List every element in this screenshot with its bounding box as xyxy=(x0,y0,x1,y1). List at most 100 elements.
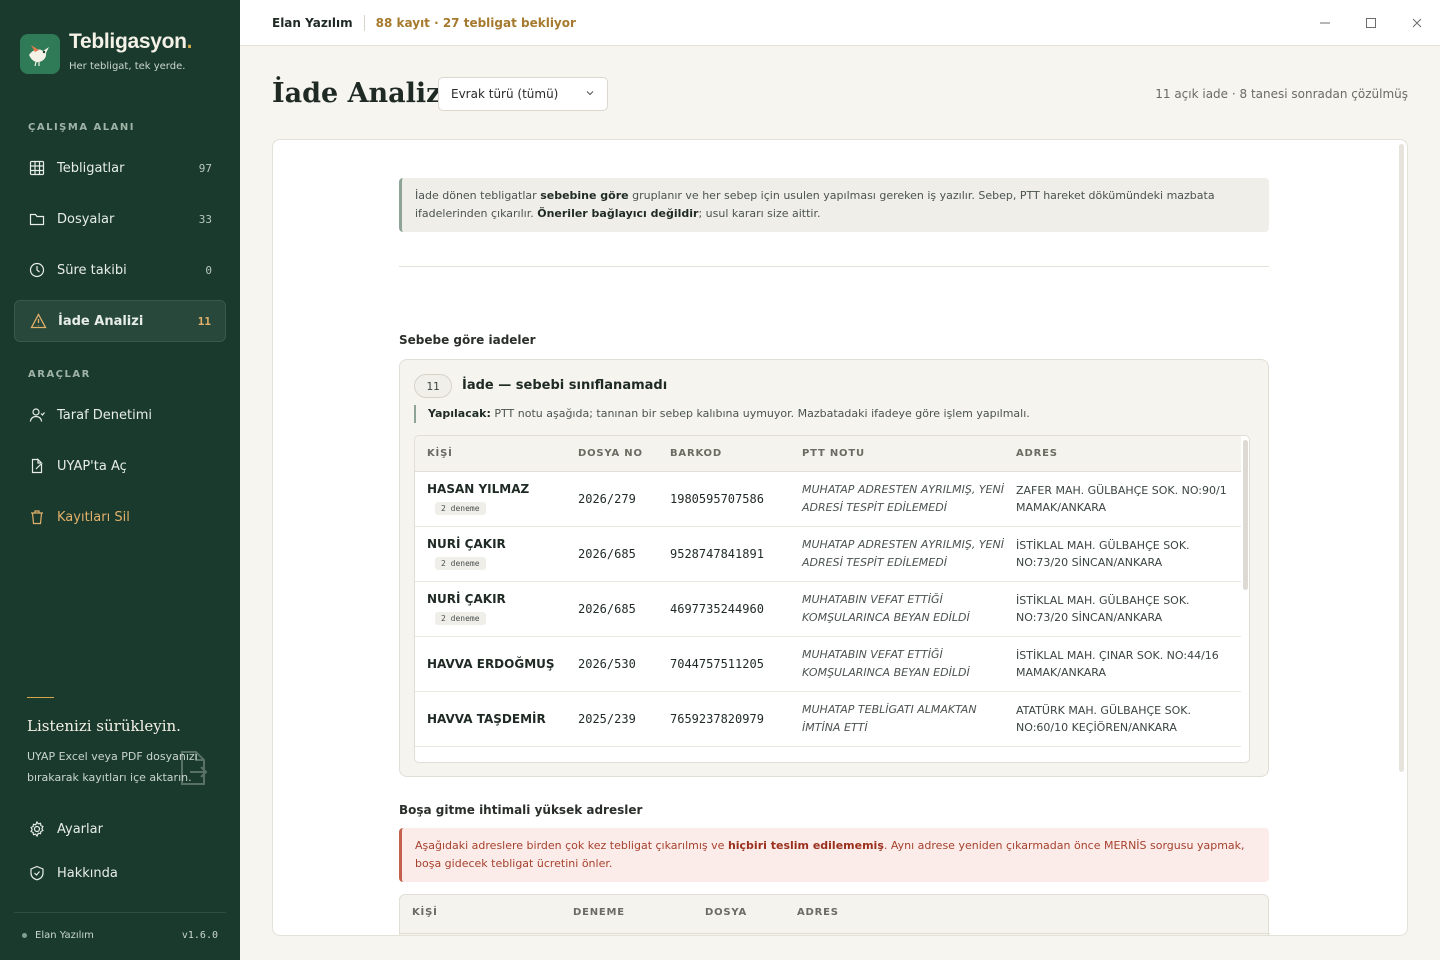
cell-address: İSTİKLAL MAH. GÜLBAHÇE SOK. NO:73/20 SİN… xyxy=(1004,526,1241,582)
app-version: v1.6.0 xyxy=(181,930,218,941)
sidebar-item-label: Hakkında xyxy=(57,865,118,881)
tries-badge: 2 deneme xyxy=(435,557,486,570)
maximize-button[interactable] xyxy=(1360,12,1382,34)
cell-person: NURİ ÇAKIR xyxy=(427,592,506,606)
cell-file: 2026/530 xyxy=(566,636,658,692)
sidebar-item-label: Süre takibi xyxy=(57,262,127,278)
file-import-icon xyxy=(178,750,210,790)
cell-address: İSTİKLAL MAH. ÇINAR SOK. NO:44/16 MAMAK/… xyxy=(1004,636,1241,692)
reason-group: 11 İade — sebebi sınıflanamadı Yapılacak… xyxy=(399,359,1269,777)
table-row[interactable]: NURİ ÇAKIR 2 deneme 2026/685 952874784189… xyxy=(415,526,1241,582)
sidebar-item-uyapta-ac[interactable]: UYAP'ta Aç xyxy=(14,445,226,487)
sidebar-item-dosyalar[interactable]: Dosyalar 33 xyxy=(14,198,226,240)
column-header-file: DOSYA NO xyxy=(566,436,658,472)
sidebar-item-sure-takibi[interactable]: Süre takibi 0 xyxy=(14,249,226,291)
cell-ptt-note: MUHATAP ADRESTEN AYRILMIŞ, YENİ ADRESİ T… xyxy=(790,471,1004,527)
cell-file: 2026/685 xyxy=(566,581,658,637)
bird-logo-icon xyxy=(20,34,60,74)
external-link-icon xyxy=(28,457,46,475)
cell-ptt-note: MUHATAP ADRESTEN AYRILMIŞ, YENİ ADRESİ T… xyxy=(790,526,1004,582)
table-header-row: KİŞİ DOSYA NO BARKOD PTT NOTU ADRES xyxy=(415,436,1241,472)
risky-addresses-table: KİŞİ DENEME DOSYA ADRES xyxy=(399,894,1270,935)
titlebar-status: 88 kayıt · 27 tebligat bekliyor xyxy=(375,15,576,30)
group-title: İade — sebebi sınıflanamadı xyxy=(462,378,668,393)
grid-icon xyxy=(28,159,46,177)
cell-ptt-note: MUHATABIN VEFAT ETTİĞİ KOMŞULARINCA BEYA… xyxy=(790,581,1004,637)
folder-icon xyxy=(28,210,46,228)
sidebar-item-count: 11 xyxy=(197,314,211,328)
select-value: Evrak türü (tümü) xyxy=(451,87,559,101)
sidebar-item-count: 0 xyxy=(205,263,212,277)
column-header-person: KİŞİ xyxy=(415,436,566,472)
trash-icon xyxy=(28,508,46,526)
cell-barcode: 7659237820979 xyxy=(658,691,790,747)
tries-badge: 2 deneme xyxy=(435,502,486,515)
titlebar-separator xyxy=(363,14,365,31)
warning-icon xyxy=(29,312,47,330)
cell-ptt-note: MUHATABIN VEFAT ETTİĞİ KOMŞULARINCA BEYA… xyxy=(790,636,1004,692)
section-divider xyxy=(399,266,1269,267)
sidebar-item-tebligatlar[interactable]: Tebligatlar 97 xyxy=(14,147,226,189)
close-button[interactable] xyxy=(1406,12,1428,34)
sidebar-item-kayitlari-sil[interactable]: Kayıtları Sil xyxy=(14,496,226,538)
section-title-risky-addresses: Boşa gitme ihtimali yüksek adresler xyxy=(399,803,643,817)
tries-badge: 2 deneme xyxy=(435,612,486,625)
brand-name: Tebligasyon. xyxy=(69,30,193,53)
group-count-badge: 11 xyxy=(414,374,452,398)
status-dot-icon xyxy=(22,933,27,938)
cell-address: ATATÜRK MAH. GÜLBAHÇE SOK. NO:60/10 KEÇİ… xyxy=(1004,691,1241,747)
workspace-section-label: ÇALIŞMA ALANI xyxy=(28,122,135,133)
sidebar-item-taraf-denetimi[interactable]: Taraf Denetimi xyxy=(14,394,226,436)
sidebar-item-label: Kayıtları Sil xyxy=(57,509,130,525)
cell-file: 2026/685 xyxy=(566,526,658,582)
cell-person: HAVVA TAŞDEMİR xyxy=(427,711,546,726)
group-todo: Yapılacak: PTT notu aşağıda; tanınan bir… xyxy=(414,405,1030,423)
column-header-address: ADRES xyxy=(1004,436,1241,472)
cell-person: NURİ ÇAKIR xyxy=(427,537,506,551)
cell-address: ZAFER MAH. GÜLBAHÇE SOK. NO:90/1 MAMAK/A… xyxy=(1004,471,1241,527)
content-scrollbar[interactable] xyxy=(1399,144,1404,772)
column-header-barcode: BARKOD xyxy=(658,436,790,472)
column-header-ptt-note: PTT NOTU xyxy=(790,436,1004,472)
sidebar-item-label: Dosyalar xyxy=(57,211,115,227)
info-note: İade dönen tebligatlar sebebine göre gru… xyxy=(399,178,1269,232)
table-header-divider xyxy=(400,933,1270,934)
cell-barcode: 4697735244960 xyxy=(658,581,790,637)
column-header-file: DOSYA xyxy=(705,907,748,918)
title-bar: Elan Yazılım 88 kayıt · 27 tebligat bekl… xyxy=(240,0,1440,46)
sidebar-item-count: 97 xyxy=(198,161,212,175)
sidebar-item-label: İade Analizi xyxy=(58,313,144,329)
sidebar-item-label: Taraf Denetimi xyxy=(57,407,153,423)
sidebar-item-label: UYAP'ta Aç xyxy=(57,458,127,474)
sidebar-item-label: Tebligatlar xyxy=(57,160,125,176)
tools-section-label: ARAÇLAR xyxy=(28,369,91,380)
chevron-down-icon xyxy=(585,87,595,101)
cell-ptt-note: MUHATAP TEBLİGATI ALMAKTAN İMTİNA ETTİ xyxy=(790,691,1004,747)
table-row[interactable]: HASAN YILMAZ 2 deneme 2026/279 1980595707… xyxy=(415,471,1241,527)
footer-user: Elan Yazılım xyxy=(22,930,94,941)
brand-tagline: Her tebligat, tek yerde. xyxy=(69,61,186,72)
table-row[interactable]: NURİ ÇAKIR 2 deneme 2026/685 469773524496… xyxy=(415,581,1241,637)
shield-icon xyxy=(28,864,46,882)
cell-address: İSTİKLAL MAH. GÜLBAHÇE SOK. NO:73/20 SİN… xyxy=(1004,581,1241,637)
sidebar-item-hakkinda[interactable]: Hakkında xyxy=(14,852,226,894)
column-header-person: KİŞİ xyxy=(412,907,438,918)
returns-table: KİŞİ DOSYA NO BARKOD PTT NOTU ADRES HASA… xyxy=(414,435,1250,763)
content-panel: İade dönen tebligatlar sebebine göre gru… xyxy=(272,139,1408,936)
cell-barcode: 9528747841891 xyxy=(658,526,790,582)
header-summary: 11 açık iade · 8 tanesi sonradan çözülmü… xyxy=(1155,87,1408,101)
cell-file: 2026/279 xyxy=(566,471,658,527)
sidebar-item-iade-analizi[interactable]: İade Analizi 11 xyxy=(14,300,226,342)
table-row[interactable]: HAVVA TAŞDEMİR 2025/239 7659237820979 MU… xyxy=(415,691,1241,747)
titlebar-company: Elan Yazılım xyxy=(272,15,353,30)
clock-icon xyxy=(28,261,46,279)
document-type-select[interactable]: Evrak türü (tümü) xyxy=(438,77,608,111)
table-scrollbar[interactable] xyxy=(1243,440,1248,590)
sidebar-item-ayarlar[interactable]: Ayarlar xyxy=(14,808,226,850)
cell-person: HAVVA ERDOĞMUŞ xyxy=(427,656,555,671)
minimize-button[interactable] xyxy=(1314,12,1336,34)
page-title: İade Analizi xyxy=(272,78,452,109)
drop-zone-title: Listenizi sürükleyin. xyxy=(27,717,181,735)
cell-barcode: 7044757511205 xyxy=(658,636,790,692)
table-row[interactable]: HAVVA ERDOĞMUŞ 2026/530 7044757511205 MU… xyxy=(415,636,1241,692)
